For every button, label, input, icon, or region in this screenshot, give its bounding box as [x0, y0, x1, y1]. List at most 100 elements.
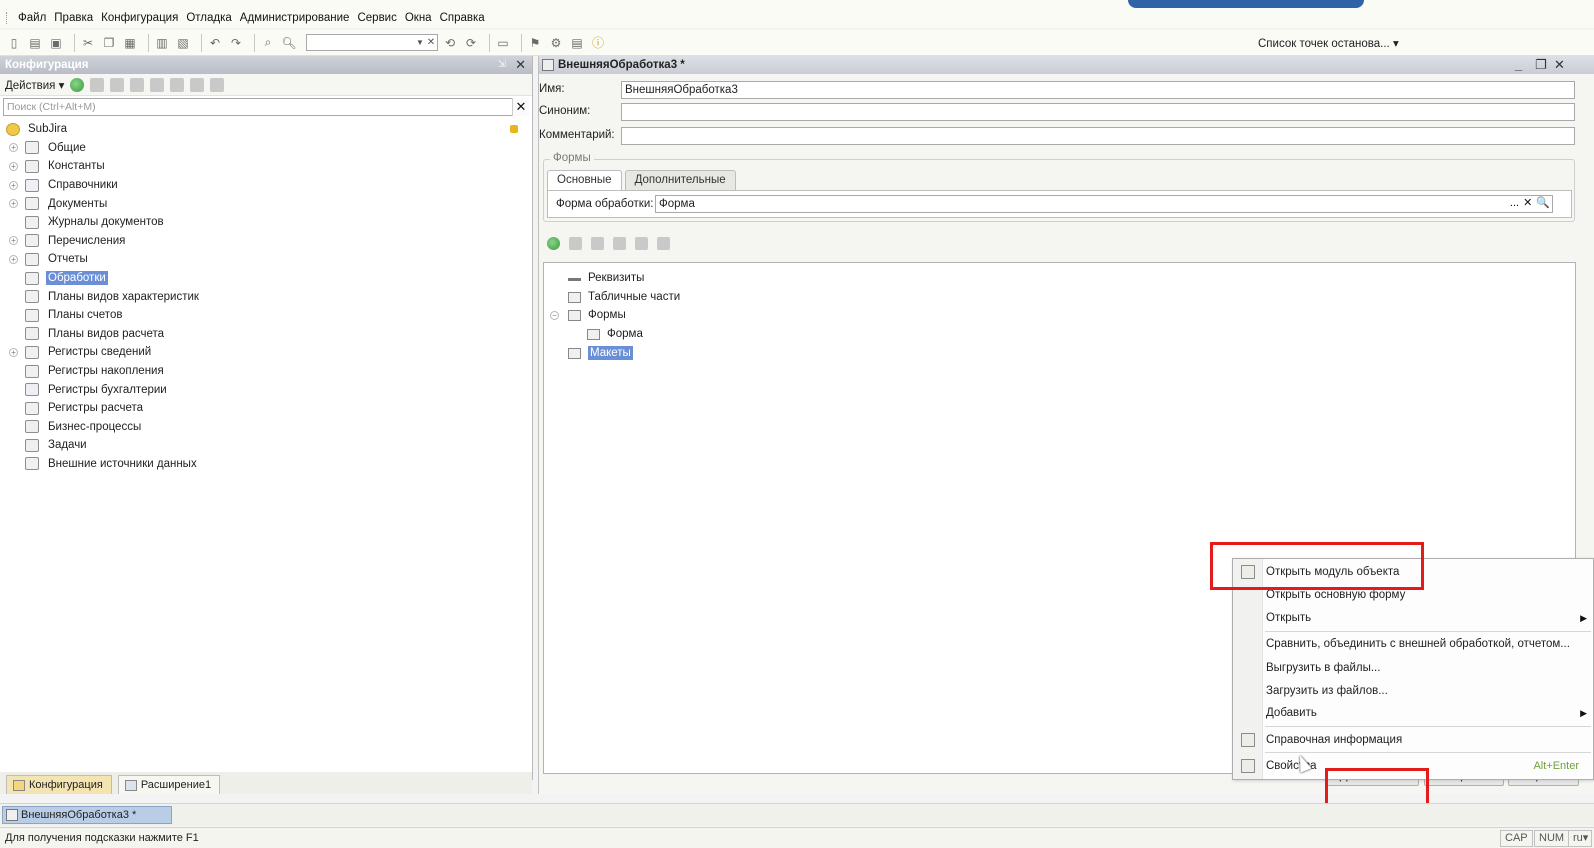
synonym-field[interactable] [621, 103, 1575, 121]
menu-item-import-files[interactable]: Загрузить из файлов... [1233, 680, 1593, 702]
menu-item-export-files[interactable]: Выгрузить в файлы... [1233, 657, 1593, 679]
tree-node[interactable]: Планы видов характеристик [0, 287, 532, 306]
expand-icon[interactable]: + [9, 143, 18, 153]
paste-icon[interactable]: ▦ [122, 35, 138, 51]
preview-icon[interactable]: ▧ [175, 35, 191, 51]
delete-icon[interactable] [130, 77, 145, 92]
tree-root[interactable]: SubJira [0, 120, 532, 139]
move-up-icon[interactable] [613, 236, 626, 250]
minimize-icon[interactable]: _ [1515, 56, 1522, 74]
structure-item-templates[interactable]: Макеты [568, 344, 633, 362]
structure-item-attributes[interactable]: Реквизиты [568, 269, 644, 287]
syntax-icon[interactable]: ⚙ [548, 35, 564, 51]
add-icon[interactable] [547, 236, 560, 250]
menu-configuration[interactable]: Конфигурация [101, 12, 178, 24]
search-next-icon[interactable]: ⟳ [463, 35, 479, 51]
reference-icon[interactable]: ▤ [569, 35, 585, 51]
copy-icon[interactable] [110, 77, 125, 92]
print-icon[interactable]: ▥ [154, 35, 170, 51]
tree-node[interactable]: Бизнес-процессы [0, 418, 532, 437]
menu-administration[interactable]: Администрирование [240, 12, 350, 24]
tab-additional[interactable]: Дополнительные [624, 170, 736, 190]
find-icon[interactable]: ⌕ [260, 35, 276, 51]
tree-node[interactable]: + Константы [0, 157, 532, 176]
edit-icon[interactable] [569, 236, 582, 250]
filter-icon[interactable] [210, 77, 225, 92]
save-icon[interactable]: ▣ [48, 35, 64, 51]
add-icon[interactable] [70, 77, 85, 92]
menu-windows[interactable]: Окна [405, 12, 432, 24]
language-indicator[interactable]: ru▾ [1568, 830, 1592, 847]
expand-icon[interactable]: + [9, 199, 18, 209]
sort-icon[interactable] [190, 77, 205, 92]
open-icon[interactable]: ▤ [27, 35, 43, 51]
cut-icon[interactable]: ✂ [80, 35, 96, 51]
menu-debug[interactable]: Отладка [186, 12, 231, 24]
menu-item-add[interactable]: Добавить ▶ [1233, 702, 1593, 724]
tree-node[interactable]: + Документы [0, 194, 532, 213]
menu-file[interactable]: Файл [18, 12, 46, 24]
menu-help[interactable]: Справка [440, 12, 485, 24]
choose-button[interactable]: ... [1510, 195, 1519, 213]
pin-icon[interactable]: ⇲ [498, 56, 506, 74]
search-prev-icon[interactable]: ⟲ [442, 35, 458, 51]
menu-service[interactable]: Сервис [357, 12, 396, 24]
actions-dropdown[interactable]: Действия ▾ [5, 78, 64, 92]
name-field[interactable]: ВнешняяОбработка3 [621, 81, 1575, 99]
expand-icon[interactable]: + [9, 254, 18, 264]
new-icon[interactable]: ▯ [6, 35, 22, 51]
collapse-icon[interactable]: − [550, 310, 559, 320]
tree-node[interactable]: Регистры расчета [0, 399, 532, 418]
expand-icon[interactable]: + [9, 236, 18, 246]
chevron-down-icon[interactable]: ▼ [415, 35, 425, 50]
close-icon[interactable]: ✕ [1554, 56, 1565, 74]
clear-search-icon[interactable]: ✕ [512, 98, 529, 116]
copy-icon[interactable]: ❐ [101, 35, 117, 51]
redo-icon[interactable]: ↷ [228, 35, 244, 51]
info-icon[interactable]: ⓘ [590, 35, 606, 51]
structure-item-form[interactable]: Форма [587, 325, 643, 343]
tree-node[interactable]: Обработки [0, 269, 532, 288]
comment-field[interactable] [621, 127, 1575, 145]
expand-icon[interactable]: + [9, 161, 18, 171]
move-up-icon[interactable] [150, 77, 165, 92]
tree-node[interactable]: Журналы документов [0, 213, 532, 232]
menu-edit[interactable]: Правка [54, 12, 93, 24]
breakpoints-list-button[interactable]: Список точек останова... ▾ [1258, 36, 1399, 50]
processing-form-field[interactable]: Форма [655, 195, 1553, 213]
move-down-icon[interactable] [635, 236, 648, 250]
menu-item-reference-info[interactable]: Справочная информация [1233, 729, 1593, 751]
move-down-icon[interactable] [170, 77, 185, 92]
structure-item-tabular-sections[interactable]: Табличные части [568, 288, 680, 306]
configuration-search-input[interactable]: Поиск (Ctrl+Alt+M) ✕ [3, 98, 529, 116]
edit-icon[interactable] [90, 77, 105, 92]
tab-configuration[interactable]: Конфигурация [6, 775, 112, 794]
tree-node[interactable]: Планы счетов [0, 306, 532, 325]
open-icon[interactable]: 🔍 [1536, 195, 1550, 213]
restore-icon[interactable]: ❐ [1535, 56, 1547, 74]
clear-icon[interactable]: ✕ [426, 35, 436, 50]
tree-node[interactable]: Планы видов расчета [0, 325, 532, 344]
tree-node[interactable]: + Регистры сведений [0, 343, 532, 362]
expand-icon[interactable]: + [9, 347, 18, 357]
undo-icon[interactable]: ↶ [207, 35, 223, 51]
tree-node[interactable]: Регистры бухгалтерии [0, 380, 532, 399]
tree-node[interactable]: Регистры накопления [0, 362, 532, 381]
sort-icon[interactable] [657, 236, 670, 250]
tree-node[interactable]: + Общие [0, 139, 532, 158]
menu-item-compare-merge[interactable]: Сравнить, объединить с внешней обработко… [1233, 633, 1593, 655]
search-icon[interactable]: 🔍︎ [281, 35, 297, 51]
structure-item-forms[interactable]: − Формы [550, 306, 626, 324]
close-icon[interactable]: ✕ [515, 56, 526, 74]
debug-icon[interactable]: ⚑ [527, 35, 543, 51]
tab-main[interactable]: Основные [547, 170, 622, 190]
menu-item-open[interactable]: Открыть ▶ [1233, 607, 1593, 629]
clear-button[interactable]: ✕ [1523, 195, 1532, 213]
tree-node[interactable]: + Справочники [0, 176, 532, 195]
tree-node[interactable]: Задачи [0, 436, 532, 455]
toolbar-search-input[interactable]: ▼ ✕ [306, 34, 438, 51]
delete-icon[interactable] [591, 236, 604, 250]
tab-extension[interactable]: Расширение1 [117, 775, 221, 794]
tree-node[interactable]: Внешние источники данных [0, 455, 532, 474]
window-tab-processing[interactable]: ВнешняяОбработка3 * [2, 806, 172, 824]
